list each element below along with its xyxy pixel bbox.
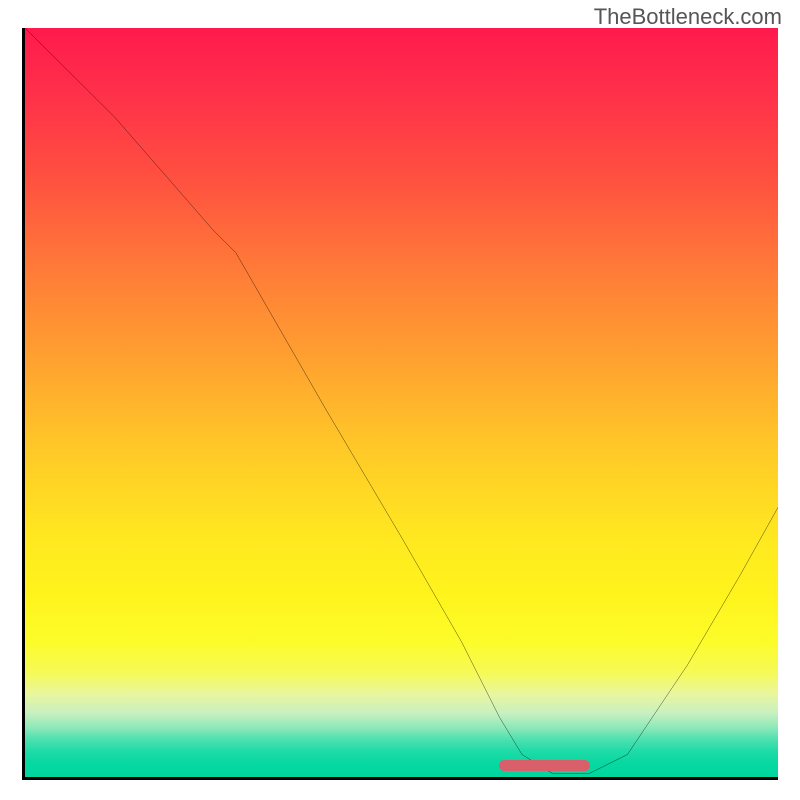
chart-plot-area (22, 28, 778, 780)
chart-line (25, 28, 778, 777)
watermark-text: TheBottleneck.com (594, 4, 782, 30)
optimal-range-marker (499, 760, 589, 771)
